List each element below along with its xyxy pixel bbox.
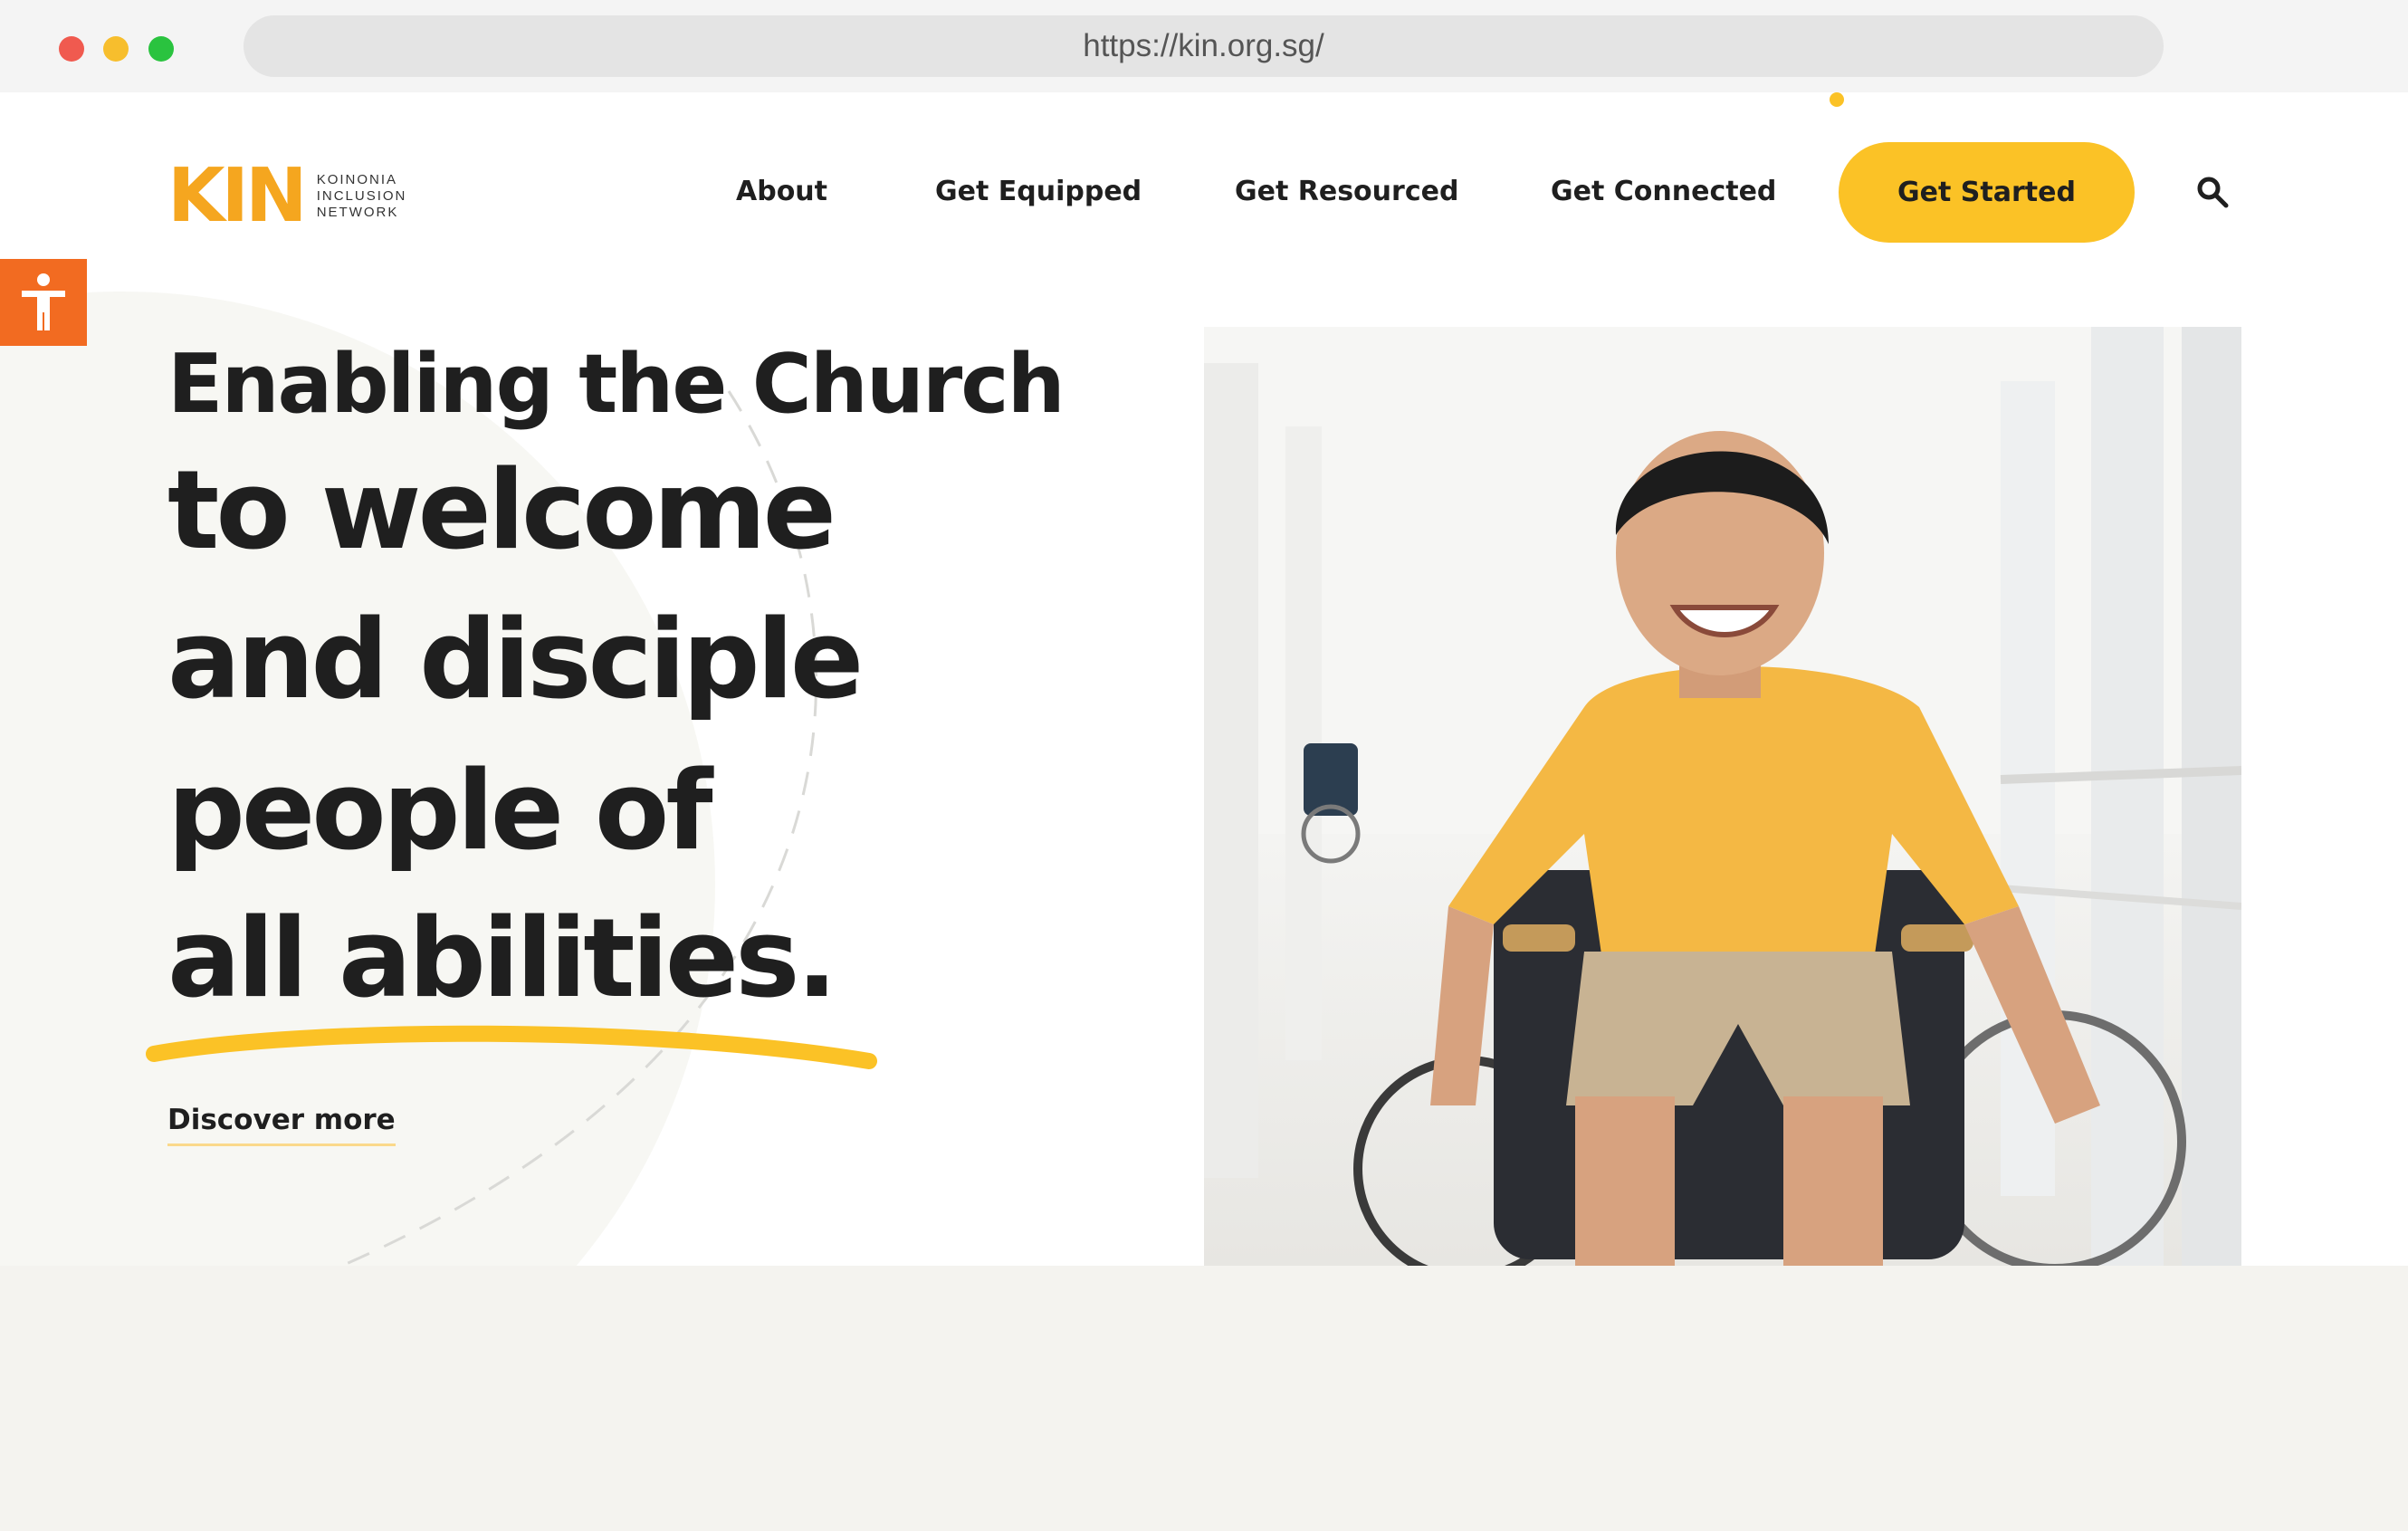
next-section-band (0, 1266, 2408, 1531)
accessibility-button[interactable] (0, 259, 87, 346)
window-maximize-button[interactable] (148, 36, 174, 62)
hero-photo (1204, 327, 2241, 1266)
hero-heading-line-2: to welcome (167, 448, 836, 574)
logo-mark: KIN (167, 153, 308, 239)
logo-text-line: INCLUSION (316, 188, 407, 204)
site-logo[interactable]: KIN KOINONIA INCLUSION NETWORK (167, 153, 407, 239)
nav-indicator-dot (1830, 92, 1844, 107)
nav-item-about[interactable]: About (736, 176, 827, 207)
page-content: KIN KOINONIA INCLUSION NETWORK About Get… (0, 92, 2408, 1266)
hero-underline-stroke (146, 1025, 877, 1069)
hero-heading-line-1: Enabling the Church (167, 337, 1065, 432)
logo-wordmark: KOINONIA INCLUSION NETWORK (317, 172, 407, 221)
window-close-button[interactable] (59, 36, 84, 62)
window-minimize-button[interactable] (103, 36, 129, 62)
discover-more-link[interactable]: Discover more (167, 1104, 396, 1146)
logo-text-line: NETWORK (316, 205, 399, 220)
address-bar-url: https://kin.org.sg/ (1083, 28, 1324, 63)
accessibility-icon (22, 273, 65, 330)
search-icon[interactable] (2196, 176, 2229, 208)
browser-chrome: https://kin.org.sg/ (0, 0, 2408, 92)
nav-item-get-resourced[interactable]: Get Resourced (1235, 176, 1458, 207)
logo-text-line: KOINONIA (316, 172, 398, 187)
hero-photo-illustration (1204, 327, 2241, 1266)
hero-heading-line-4: people of (167, 749, 713, 875)
hero-heading-line-3: and disciple (167, 598, 864, 723)
get-started-button[interactable]: Get Started (1839, 142, 2135, 243)
address-bar[interactable]: https://kin.org.sg/ (244, 15, 2164, 77)
nav-item-get-connected[interactable]: Get Connected (1551, 176, 1776, 207)
get-started-label: Get Started (1897, 177, 2076, 208)
nav-item-get-equipped[interactable]: Get Equipped (935, 176, 1142, 207)
